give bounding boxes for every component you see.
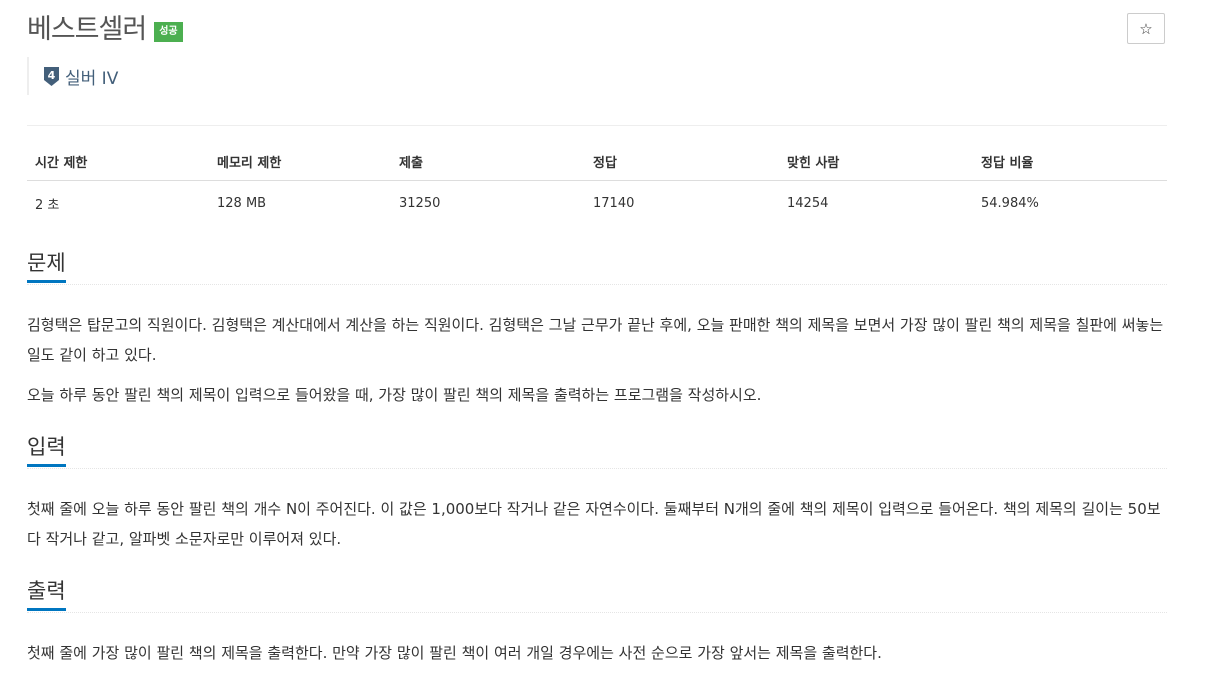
input-paragraph-1: 첫째 줄에 오늘 하루 동안 팔린 책의 개수 N이 주어진다. 이 값은 1,… [27, 500, 1161, 548]
table-header-row: 시간 제한 메모리 제한 제출 정답 맞힌 사람 정답 비율 [27, 146, 1167, 181]
input-header: 입력 [27, 432, 1167, 469]
favorite-button[interactable]: ☆ [1127, 13, 1165, 44]
title-row: 베스트셀러 성공 [27, 12, 183, 48]
input-title: 입력 [27, 432, 66, 467]
description-title: 문제 [27, 248, 66, 283]
output-header: 출력 [27, 576, 1167, 613]
header-accept-ratio: 정답 비율 [973, 146, 1167, 181]
problem-page: 베스트셀러 성공 ☆ 4 실버 IV 시간 제한 메모리 제한 제출 정답 맞힌… [0, 0, 1207, 681]
header-submissions: 제출 [391, 146, 585, 181]
star-icon: ☆ [1139, 19, 1153, 38]
value-solved-users[interactable]: 14254 [779, 181, 973, 217]
value-accepted[interactable]: 17140 [585, 181, 779, 217]
value-accept-ratio: 54.984% [981, 196, 1039, 211]
header-memory-limit: 메모리 제한 [209, 146, 391, 181]
table-row: 2 초 128 MB 31250 17140 14254 54.984% [27, 181, 1167, 217]
tier-label[interactable]: 실버 IV [65, 64, 118, 89]
divider [27, 125, 1167, 126]
description-paragraph-2: 오늘 하루 동안 팔린 책의 제목이 입력으로 들어왔을 때, 가장 많이 팔린… [27, 386, 762, 404]
page-title: 베스트셀러 [27, 14, 147, 45]
value-memory-limit: 128 MB [217, 196, 267, 211]
header-accepted: 정답 [585, 146, 779, 181]
tier-block: 4 실버 IV [27, 57, 118, 95]
description-paragraph-1: 김형택은 탑문고의 직원이다. 김형택은 계산대에서 계산을 하는 직원이다. … [27, 316, 1164, 364]
value-submissions[interactable]: 31250 [391, 181, 585, 217]
output-title: 출력 [27, 576, 66, 611]
tier-silver-icon: 4 [44, 66, 59, 86]
header-solved-users: 맞힌 사람 [779, 146, 973, 181]
output-paragraph-1: 첫째 줄에 가장 많이 팔린 책의 제목을 출력한다. 만약 가장 많이 팔린 … [27, 644, 882, 662]
description-header: 문제 [27, 248, 1167, 285]
header-time-limit: 시간 제한 [27, 146, 209, 181]
tier-icon-number: 4 [48, 69, 56, 82]
problem-info-table: 시간 제한 메모리 제한 제출 정답 맞힌 사람 정답 비율 2 초 128 M… [27, 146, 1167, 216]
value-time-limit: 2 초 [35, 198, 60, 213]
status-badge: 성공 [154, 22, 183, 42]
